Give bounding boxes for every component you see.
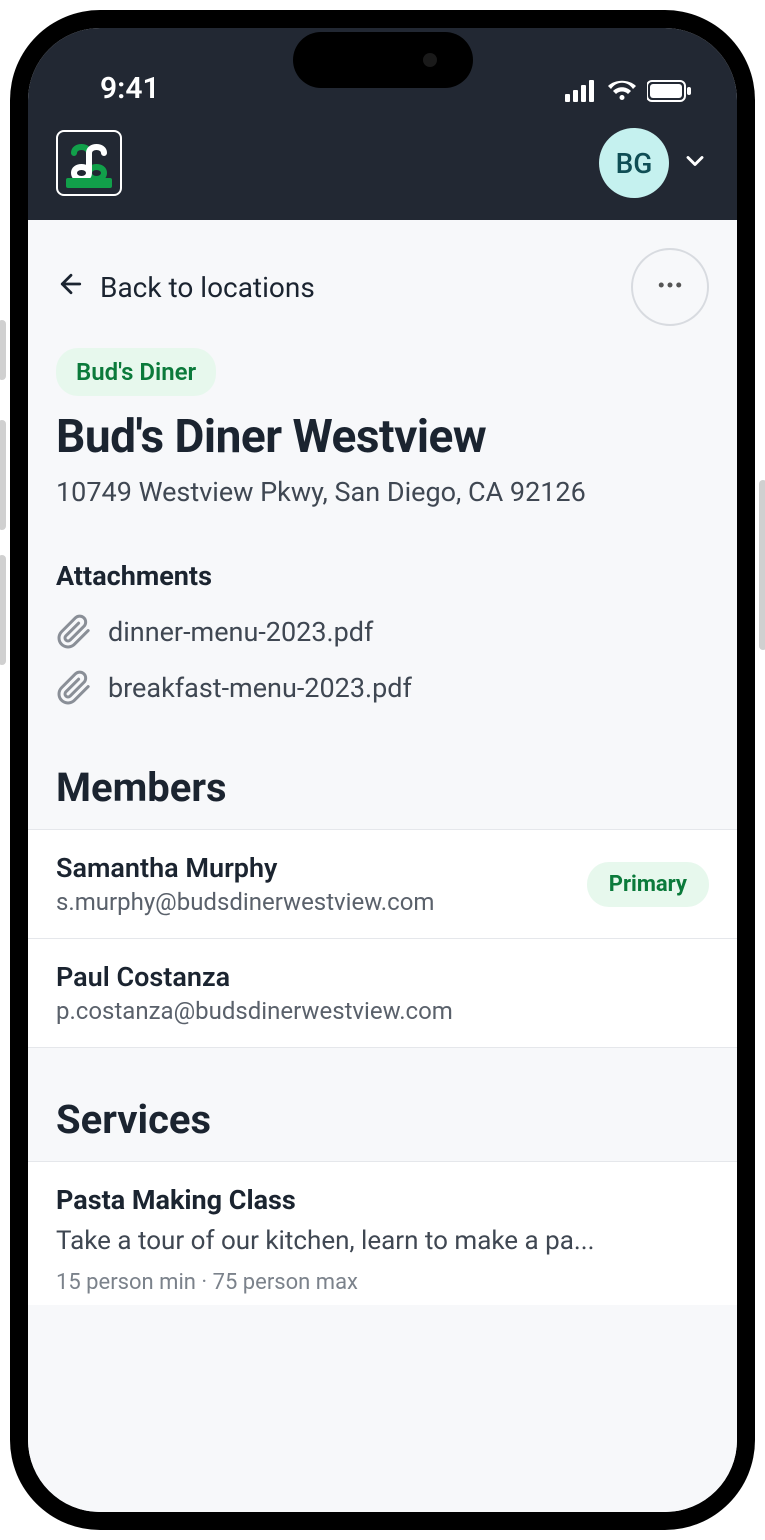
member-email: p.costanza@budsdinerwestview.com [56,997,453,1025]
battery-icon [647,80,691,106]
location-tag: Bud's Diner [56,348,216,396]
cellular-icon [565,80,597,106]
service-row[interactable]: Pasta Making Class Take a tour of our ki… [28,1162,737,1305]
user-avatar[interactable]: BG [599,128,669,198]
primary-badge: Primary [587,862,709,907]
location-address: 10749 Westview Pkwy, San Diego, CA 92126 [28,470,737,532]
wifi-icon [607,80,637,106]
service-name: Pasta Making Class [56,1184,709,1216]
attachments-heading: Attachments [28,532,737,604]
member-name: Paul Costanza [56,961,453,993]
status-time: 9:41 [100,71,160,106]
members-heading: Members [28,716,737,830]
arrow-left-icon [56,269,86,306]
attachment-filename: breakfast-menu-2023.pdf [108,672,412,704]
member-row[interactable]: Samantha Murphy s.murphy@budsdinerwestvi… [28,830,737,939]
paperclip-icon [56,614,92,650]
attachment-item[interactable]: dinner-menu-2023.pdf [28,604,737,660]
more-horizontal-icon [655,270,685,304]
back-to-locations-link[interactable]: Back to locations [56,269,315,306]
status-indicators [565,80,691,106]
service-description: Take a tour of our kitchen, learn to mak… [56,1226,709,1256]
attachment-item[interactable]: breakfast-menu-2023.pdf [28,660,737,716]
app-header: BG [28,118,737,220]
service-meta: 15 person min · 75 person max [56,1270,709,1295]
content-area: Back to locations Bud's Diner Bud's Dine… [28,220,737,1512]
page-title: Bud's Diner Westview [28,396,737,470]
attachment-filename: dinner-menu-2023.pdf [108,616,373,648]
member-row[interactable]: Paul Costanza p.costanza@budsdinerwestvi… [28,939,737,1048]
services-heading: Services [28,1048,737,1162]
more-options-button[interactable] [631,248,709,326]
back-label: Back to locations [100,271,315,304]
member-email: s.murphy@budsdinerwestview.com [56,888,434,916]
member-name: Samantha Murphy [56,852,434,884]
app-logo[interactable] [56,130,122,196]
paperclip-icon [56,670,92,706]
chevron-down-icon[interactable] [681,147,709,179]
